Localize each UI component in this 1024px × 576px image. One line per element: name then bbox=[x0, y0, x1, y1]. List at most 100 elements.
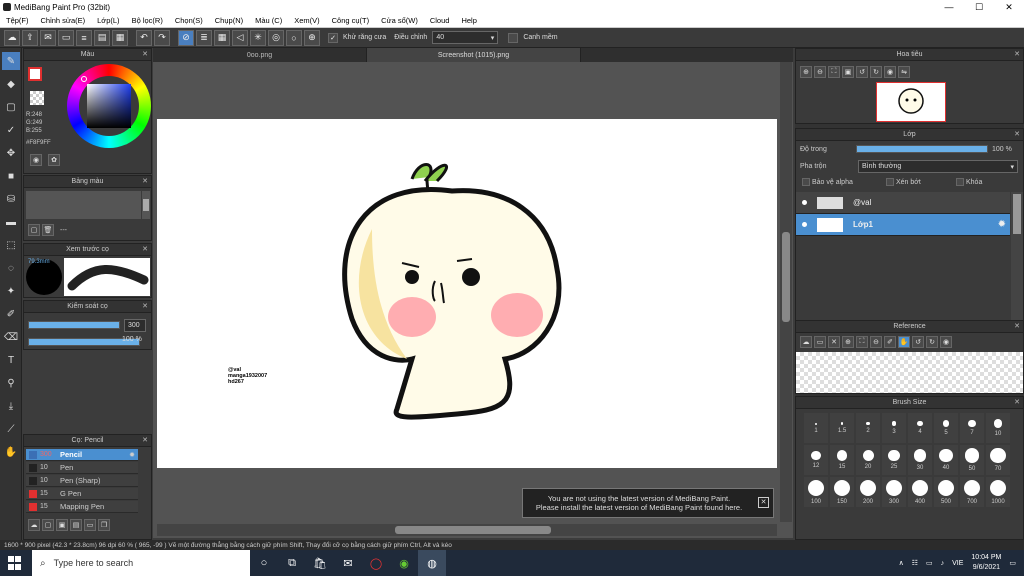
medibang-taskbar-icon[interactable]: ◍ bbox=[418, 550, 446, 576]
select-check-tool-icon[interactable]: ✓ bbox=[2, 121, 20, 139]
saturation-square[interactable] bbox=[87, 84, 131, 128]
maximize-button[interactable]: ☐ bbox=[964, 0, 994, 14]
navigator-thumbnail[interactable] bbox=[876, 82, 946, 122]
foreground-color-swatch[interactable] bbox=[28, 67, 42, 81]
brush-size-slider[interactable] bbox=[28, 321, 120, 329]
upload-icon[interactable]: ⇪ bbox=[22, 29, 38, 46]
reference-canvas[interactable] bbox=[796, 352, 1023, 393]
adjust-select[interactable]: 40 ▾ bbox=[432, 31, 499, 44]
text-tool-icon[interactable]: T bbox=[2, 351, 20, 369]
close-icon[interactable]: ✕ bbox=[1014, 398, 1020, 406]
zoom-out-icon[interactable]: ⊖ bbox=[814, 66, 826, 78]
brush-list-item[interactable]: 10 Pen (Sharp) bbox=[26, 475, 138, 487]
gradient-tool-icon[interactable]: ▬ bbox=[2, 213, 20, 231]
close-icon[interactable]: ✕ bbox=[758, 497, 769, 508]
fit-screen-icon[interactable]: ⛶ bbox=[828, 66, 840, 78]
eyedropper-tool-icon[interactable]: ⤓ bbox=[2, 397, 20, 415]
add-palette-icon[interactable]: ▢ bbox=[28, 224, 40, 236]
folder-icon[interactable]: ▭ bbox=[84, 519, 96, 531]
brush-list-item[interactable]: 15 G Pen bbox=[26, 488, 138, 500]
cloud-icon[interactable]: ☁ bbox=[800, 336, 812, 348]
fill-rect-tool-icon[interactable]: ■ bbox=[2, 167, 20, 185]
move-tool-icon[interactable]: ✥ bbox=[2, 144, 20, 162]
brush-size-cell[interactable]: 1.5 bbox=[830, 413, 854, 443]
add-brush-icon[interactable]: ▢ bbox=[42, 519, 54, 531]
hand-icon[interactable]: ✋ bbox=[898, 336, 910, 348]
actual-size-icon[interactable]: ▣ bbox=[842, 66, 854, 78]
palette-area[interactable] bbox=[26, 191, 141, 219]
menu-select[interactable]: Chọn(S) bbox=[169, 16, 209, 25]
magic-wand-tool-icon[interactable]: ✦ bbox=[2, 282, 20, 300]
snap-circle-icon[interactable]: ○ bbox=[286, 29, 302, 46]
zoom-out-icon[interactable]: ⊖ bbox=[870, 336, 882, 348]
menu-cloud[interactable]: Cloud bbox=[424, 16, 456, 25]
vertical-scrollbar[interactable] bbox=[780, 62, 792, 522]
brush-size-cell[interactable]: 20 bbox=[856, 445, 880, 475]
rotate-right-icon[interactable]: ↻ bbox=[870, 66, 882, 78]
menu-snap[interactable]: Chụp(N) bbox=[209, 16, 249, 25]
operation-tool-icon[interactable]: ⚲ bbox=[2, 374, 20, 392]
network-icon[interactable]: ☷ bbox=[912, 559, 918, 567]
close-icon[interactable]: ✕ bbox=[1014, 322, 1020, 330]
snap-off-icon[interactable]: ⊘ bbox=[178, 29, 194, 46]
store-icon[interactable]: 🛍 bbox=[306, 550, 334, 576]
task-view-icon[interactable]: ⧉ bbox=[278, 550, 306, 576]
brush-size-cell[interactable]: 15 bbox=[830, 445, 854, 475]
rotate-left-icon[interactable]: ↺ bbox=[856, 66, 868, 78]
menu-help[interactable]: Help bbox=[455, 16, 482, 25]
windows-start-icon[interactable] bbox=[8, 556, 22, 570]
eraser-tool-icon[interactable]: ◆ bbox=[2, 75, 20, 93]
brush-size-value[interactable]: 300 bbox=[124, 319, 146, 332]
snap-radial-icon[interactable]: ✳ bbox=[250, 29, 266, 46]
eyedropper-icon[interactable]: ✐ bbox=[884, 336, 896, 348]
flip-icon[interactable]: ⇋ bbox=[898, 66, 910, 78]
brush-size-cell[interactable]: 25 bbox=[882, 445, 906, 475]
color-picker-handle[interactable] bbox=[81, 76, 87, 82]
brush-size-cell[interactable]: 4 bbox=[908, 413, 932, 443]
brush-size-cell[interactable]: 100 bbox=[804, 477, 828, 507]
close-icon[interactable]: ✕ bbox=[142, 245, 148, 253]
select-eraser-tool-icon[interactable]: ⌫ bbox=[2, 328, 20, 346]
close-icon[interactable]: ✕ bbox=[142, 50, 148, 58]
brush-size-cell[interactable]: 7 bbox=[960, 413, 984, 443]
notification-center-icon[interactable]: ▭ bbox=[1009, 559, 1016, 567]
brush-size-cell[interactable]: 200 bbox=[856, 477, 880, 507]
blend-mode-select[interactable]: Bình thường ▾ bbox=[858, 160, 1018, 173]
snap-grid-icon[interactable]: ▦ bbox=[214, 29, 230, 46]
reset-icon[interactable]: ◉ bbox=[940, 336, 952, 348]
update-notification[interactable]: You are not using the latest version of … bbox=[522, 488, 774, 518]
cortana-icon[interactable]: ○ bbox=[250, 550, 278, 576]
brush-size-cell[interactable]: 700 bbox=[960, 477, 984, 507]
layer-item-val[interactable]: @val bbox=[796, 192, 1010, 214]
snap-parallel-icon[interactable]: ≣ bbox=[196, 29, 212, 46]
brush-size-cell[interactable]: 5 bbox=[934, 413, 958, 443]
zoom-in-icon[interactable]: ⊕ bbox=[800, 66, 812, 78]
chat-icon[interactable]: ▭ bbox=[58, 29, 74, 46]
snap-cross-icon[interactable]: ⊕ bbox=[304, 29, 320, 46]
brush-list-item[interactable]: 300 Pencil ✹ bbox=[26, 449, 138, 461]
volume-icon[interactable]: ♪ bbox=[941, 560, 945, 567]
copy-brush-icon[interactable]: ▤ bbox=[70, 519, 82, 531]
marquee-tool-icon[interactable]: ⬚ bbox=[2, 236, 20, 254]
snap-perspective-icon[interactable]: ◁ bbox=[232, 29, 248, 46]
layer-opacity-slider[interactable] bbox=[856, 145, 988, 153]
brush-menu-icon[interactable]: ▣ bbox=[56, 519, 68, 531]
clock[interactable]: 10:04 PM 9/6/2021 bbox=[971, 553, 1001, 573]
redo-icon[interactable]: ↷ bbox=[154, 29, 170, 46]
visibility-icon[interactable] bbox=[802, 200, 807, 205]
brush-size-cell[interactable]: 2 bbox=[856, 413, 880, 443]
minimize-button[interactable]: — bbox=[934, 0, 964, 14]
hue-ring[interactable] bbox=[67, 64, 151, 148]
brush-size-cell[interactable]: 30 bbox=[908, 445, 932, 475]
close-icon[interactable]: ✕ bbox=[1014, 130, 1020, 138]
transparent-swatch[interactable] bbox=[30, 91, 44, 105]
bucket-tool-icon[interactable]: ⛁ bbox=[2, 190, 20, 208]
taskbar-search[interactable]: ⌕ Type here to search bbox=[32, 550, 250, 576]
visibility-icon[interactable] bbox=[802, 222, 807, 227]
language-indicator[interactable]: VIE bbox=[952, 560, 963, 567]
protect-alpha-checkbox[interactable] bbox=[802, 178, 810, 186]
reset-rotate-icon[interactable]: ◉ bbox=[884, 66, 896, 78]
duplicate-icon[interactable]: ❐ bbox=[98, 519, 110, 531]
hand-tool-icon[interactable]: ✋ bbox=[2, 443, 20, 461]
trash-icon[interactable]: 🗑 bbox=[42, 224, 54, 236]
